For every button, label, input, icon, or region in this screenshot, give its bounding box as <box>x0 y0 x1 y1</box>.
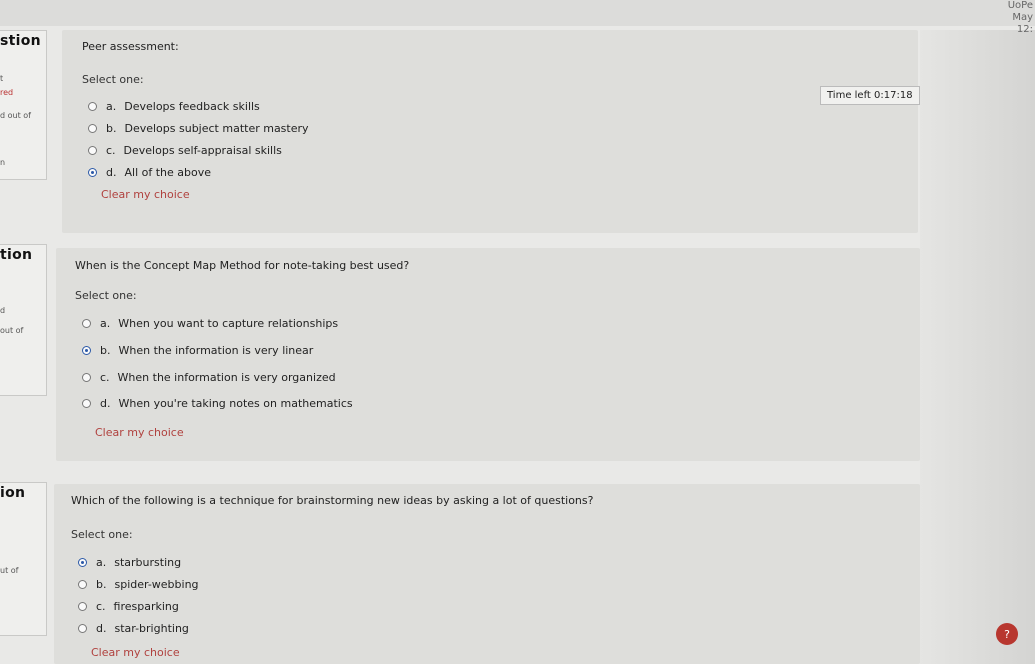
radio-button[interactable] <box>78 580 87 589</box>
radio-button[interactable] <box>88 146 97 155</box>
option-text: starbursting <box>114 556 182 569</box>
option-text: star-brighting <box>114 622 189 635</box>
option-3d[interactable]: d. star-brighting <box>78 622 189 635</box>
option-text: When you want to capture relationships <box>118 317 339 330</box>
question-box-3 <box>54 484 920 664</box>
option-letter: c. <box>106 144 116 157</box>
option-text: firesparking <box>113 600 179 613</box>
clear-choice-link-2[interactable]: Clear my choice <box>95 426 184 439</box>
option-letter: d. <box>106 166 117 179</box>
question-number-3: ion <box>0 485 26 501</box>
option-letter: a. <box>96 556 107 569</box>
option-letter: c. <box>100 371 110 384</box>
option-2c[interactable]: c. When the information is very organize… <box>82 371 336 384</box>
select-one-label-3: Select one: <box>71 528 133 541</box>
question-status-answered-1: red <box>0 88 14 97</box>
option-3c[interactable]: c. firesparking <box>78 600 179 613</box>
time-text: 12: <box>1016 24 1033 35</box>
option-letter: a. <box>106 100 117 113</box>
radio-button[interactable] <box>78 602 87 611</box>
option-3b[interactable]: b. spider-webbing <box>78 578 199 591</box>
question-number-1: stion <box>0 33 41 49</box>
option-letter: c. <box>96 600 106 613</box>
option-text: Develops subject matter mastery <box>124 122 309 135</box>
clear-choice-link-1[interactable]: Clear my choice <box>101 188 190 201</box>
option-text: spider-webbing <box>114 578 199 591</box>
radio-button[interactable] <box>82 373 91 382</box>
right-margin <box>920 30 1035 664</box>
radio-button[interactable] <box>82 399 91 408</box>
question-text-3: Which of the following is a technique fo… <box>71 494 594 507</box>
question-info-2 <box>0 244 47 396</box>
radio-button-selected[interactable] <box>78 558 87 567</box>
option-text: Develops self-appraisal skills <box>123 144 282 157</box>
option-letter: d. <box>100 397 111 410</box>
question-marks-3: ut of <box>0 566 19 575</box>
option-1a[interactable]: a. Develops feedback skills <box>88 100 260 113</box>
option-letter: b. <box>106 122 117 135</box>
question-flag-1[interactable]: n <box>0 158 5 167</box>
question-text-2: When is the Concept Map Method for note-… <box>75 259 410 272</box>
question-text-1: Peer assessment: <box>82 40 179 53</box>
radio-button-selected[interactable] <box>82 346 91 355</box>
option-text: When the information is very linear <box>118 344 314 357</box>
option-letter: a. <box>100 317 111 330</box>
question-info-1 <box>0 30 47 180</box>
option-3a[interactable]: a. starbursting <box>78 556 181 569</box>
option-2d[interactable]: d. When you're taking notes on mathemati… <box>82 397 353 410</box>
option-1c[interactable]: c. Develops self-appraisal skills <box>88 144 282 157</box>
option-1d[interactable]: d. All of the above <box>88 166 211 179</box>
option-text: All of the above <box>124 166 211 179</box>
question-marks-1: d out of <box>0 111 31 120</box>
option-2b[interactable]: b. When the information is very linear <box>82 344 313 357</box>
timer-text: Time left 0:17:18 <box>827 90 913 101</box>
user-menu[interactable]: UoPe May 12: <box>1008 0 1033 36</box>
select-one-label-2: Select one: <box>75 289 137 302</box>
user-name: UoPe <box>1007 0 1033 11</box>
question-status-1: t <box>0 74 4 83</box>
option-letter: d. <box>96 622 107 635</box>
question-number-2: tion <box>0 247 33 263</box>
date-text: May <box>1012 12 1033 23</box>
radio-button[interactable] <box>88 124 97 133</box>
radio-button[interactable] <box>78 624 87 633</box>
option-2a[interactable]: a. When you want to capture relationship… <box>82 317 338 330</box>
option-text: When you're taking notes on mathematics <box>118 397 353 410</box>
option-text: Develops feedback skills <box>124 100 260 113</box>
question-info-3 <box>0 482 47 636</box>
option-letter: b. <box>100 344 111 357</box>
clear-choice-link-3[interactable]: Clear my choice <box>91 646 180 659</box>
timer: Time left 0:17:18 <box>820 86 920 105</box>
radio-button[interactable] <box>82 319 91 328</box>
option-letter: b. <box>96 578 107 591</box>
option-1b[interactable]: b. Develops subject matter mastery <box>88 122 309 135</box>
question-status-2: d <box>0 306 6 315</box>
help-icon: ? <box>1004 627 1010 641</box>
option-text: When the information is very organized <box>117 371 336 384</box>
top-bar <box>0 0 1035 26</box>
help-button[interactable]: ? <box>996 623 1018 645</box>
radio-button-selected[interactable] <box>88 168 97 177</box>
radio-button[interactable] <box>88 102 97 111</box>
question-marks-2: out of <box>0 326 24 335</box>
select-one-label-1: Select one: <box>82 73 144 86</box>
